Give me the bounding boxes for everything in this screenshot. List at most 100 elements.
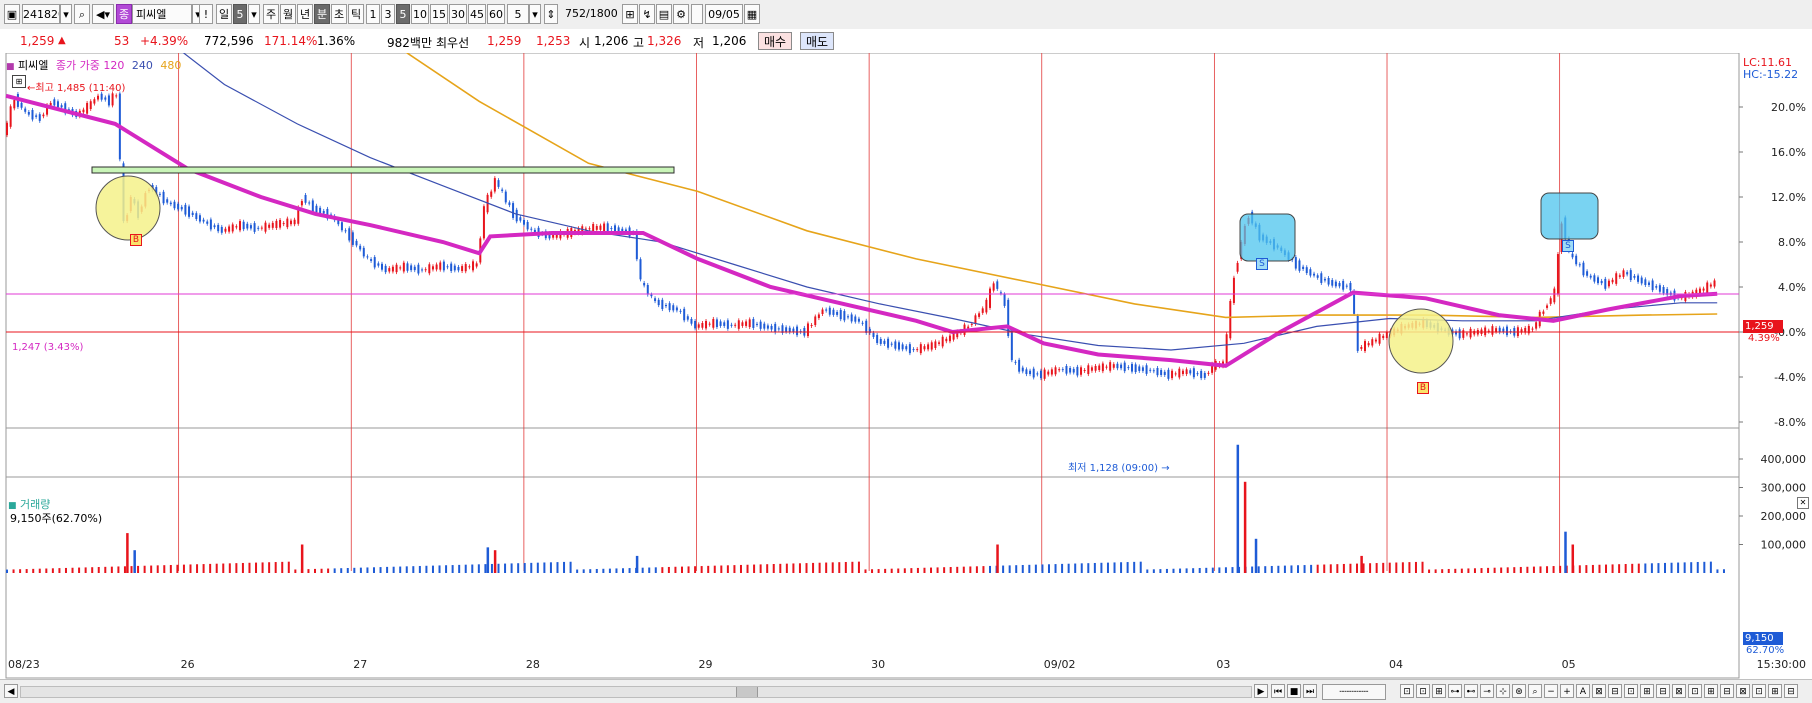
tool-2-icon[interactable]: ⊡ (1416, 684, 1430, 698)
stock-code-input[interactable]: 241820 (22, 4, 60, 24)
period-tick-button[interactable]: 틱 (348, 4, 364, 24)
date-checkbox[interactable] (691, 4, 703, 24)
save-icon[interactable]: ▤ (656, 4, 672, 24)
tool-4-icon[interactable]: ⊶ (1448, 684, 1462, 698)
price-candle (49, 102, 52, 106)
tool-11-icon[interactable]: ⊟ (1608, 684, 1622, 698)
expand-icon[interactable]: ⊞ (12, 75, 26, 88)
period-day-button[interactable]: 일 (216, 4, 232, 24)
settings-gear-icon[interactable]: ⚙ (673, 4, 689, 24)
text-tool-icon[interactable]: A (1576, 684, 1590, 698)
price-candle (1050, 369, 1053, 375)
price-candle (457, 266, 460, 271)
price-candle (1105, 366, 1108, 368)
tool-16-icon[interactable]: ⊡ (1688, 684, 1702, 698)
period-day-num[interactable]: 5 (233, 4, 247, 24)
scrollbar-track[interactable] (20, 686, 1252, 698)
interval-30-button[interactable]: 30 (449, 4, 467, 24)
price-candle (490, 191, 493, 197)
volume-bar (281, 561, 284, 573)
tool-17-icon[interactable]: ⊞ (1704, 684, 1718, 698)
price-candle (1043, 369, 1046, 379)
volume-bar (1428, 569, 1431, 573)
tool-8-icon[interactable]: ⊛ (1512, 684, 1526, 698)
panel-close-icon[interactable]: ✕ (1797, 497, 1809, 509)
sell-button[interactable]: 매도 (800, 32, 834, 50)
interval-15-button[interactable]: 15 (430, 4, 448, 24)
tool-12-icon[interactable]: ⊡ (1624, 684, 1638, 698)
price-candle (639, 259, 642, 280)
volume-bar (6, 569, 8, 573)
tool-20-icon[interactable]: ⊡ (1752, 684, 1766, 698)
zoom-out-icon[interactable]: − (1544, 684, 1558, 698)
volume-bar (1080, 563, 1083, 573)
indicator-icon[interactable]: ↯ (639, 4, 655, 24)
scroll-left-icon[interactable]: ◀ (4, 684, 18, 698)
low-price: 1,206 (712, 34, 747, 48)
interval-60-button[interactable]: 60 (487, 4, 505, 24)
chart-type-icon[interactable]: ⊞ (622, 4, 638, 24)
interval-45-button[interactable]: 45 (468, 4, 486, 24)
volume-bar (1650, 563, 1653, 573)
volume-bar (110, 566, 113, 573)
volume-bar (504, 563, 507, 573)
high-marker-label: ←최고 1,485 (11:40) (27, 83, 126, 94)
period-second-button[interactable]: 초 (331, 4, 347, 24)
tool-18-icon[interactable]: ⊟ (1720, 684, 1734, 698)
price-candle (763, 323, 766, 329)
interval-3-button[interactable]: 3 (381, 4, 395, 24)
count-spinner-icon[interactable]: ⇕ (544, 4, 558, 24)
interval-dropdown-icon[interactable]: ▾ (529, 4, 541, 24)
interval-1-button[interactable]: 1 (366, 4, 380, 24)
tool-3-icon[interactable]: ⊞ (1432, 684, 1446, 698)
volume-bar (969, 566, 972, 573)
period-week-button[interactable]: 주 (263, 4, 279, 24)
last-page-icon[interactable]: ⏭ (1303, 684, 1317, 698)
calendar-icon[interactable]: ▦ (744, 4, 760, 24)
date-field[interactable]: 09/05 (705, 4, 743, 24)
window-icon[interactable]: ▣ (4, 4, 20, 24)
period-year-button[interactable]: 년 (297, 4, 313, 24)
stock-name-field[interactable]: 피씨엘 (132, 4, 192, 24)
zoom-slider[interactable]: ╌╌╌╌╌╌ (1322, 684, 1386, 700)
tool-5-icon[interactable]: ⊷ (1464, 684, 1478, 698)
count-value[interactable]: 752 (558, 4, 586, 24)
tool-14-icon[interactable]: ⊟ (1656, 684, 1670, 698)
speaker-icon[interactable]: ◀▾ (92, 4, 114, 24)
scrollbar-thumb[interactable] (736, 687, 758, 697)
first-page-icon[interactable]: ⏮ (1271, 684, 1285, 698)
price-candle (446, 266, 449, 268)
tool-21-icon[interactable]: ⊞ (1768, 684, 1782, 698)
stop-icon[interactable]: ■ (1287, 684, 1301, 698)
tool-22-icon[interactable]: ⊟ (1784, 684, 1798, 698)
price-candle (850, 314, 853, 322)
search-icon[interactable]: ⌕ (74, 4, 90, 24)
scroll-right-icon[interactable]: ▶ (1254, 684, 1268, 698)
period-minute-button[interactable]: 분 (314, 4, 330, 24)
interval-5-button[interactable]: 5 (396, 4, 410, 24)
volume-bar (1591, 564, 1594, 573)
price-candle (1713, 280, 1716, 287)
volume-bar (825, 562, 828, 573)
buy-button[interactable]: 매수 (758, 32, 792, 50)
code-dropdown-icon[interactable]: ▾ (60, 4, 72, 24)
price-candle (1109, 362, 1112, 371)
interval-10-button[interactable]: 10 (411, 4, 429, 24)
zoom-in-icon[interactable]: + (1560, 684, 1574, 698)
interval-value-select[interactable]: 5 (507, 4, 529, 24)
tool-13-icon[interactable]: ⊞ (1640, 684, 1654, 698)
period-month-button[interactable]: 월 (280, 4, 296, 24)
tool-10-icon[interactable]: ⊠ (1592, 684, 1606, 698)
tool-7-icon[interactable]: ⊹ (1496, 684, 1510, 698)
volume-bar (1467, 568, 1470, 573)
tool-9-icon[interactable]: ⌕ (1528, 684, 1542, 698)
tool-19-icon[interactable]: ⊠ (1736, 684, 1750, 698)
price-volume-chart[interactable]: 20.0%16.0%12.0%8.0%4.0%-0.0%-4.0%-8.0%40… (0, 53, 1812, 679)
price-candle (719, 321, 722, 326)
alert-button[interactable]: ! (199, 4, 213, 24)
tool-6-icon[interactable]: ⊸ (1480, 684, 1494, 698)
tool-15-icon[interactable]: ⊠ (1672, 684, 1686, 698)
price-candle (657, 299, 660, 306)
period-dropdown-icon[interactable]: ▾ (248, 4, 260, 24)
tool-1-icon[interactable]: ⊡ (1400, 684, 1414, 698)
